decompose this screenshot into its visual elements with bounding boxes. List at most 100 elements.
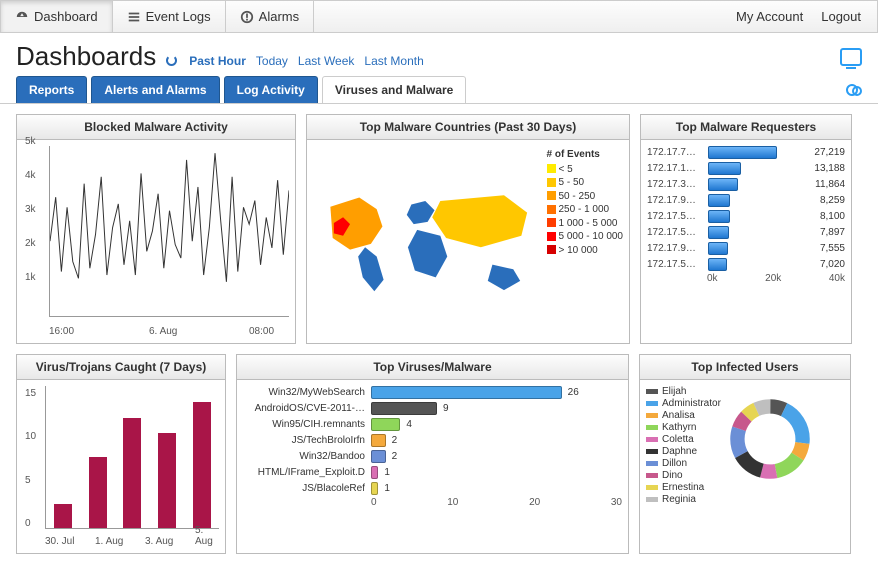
monitor-icon[interactable] xyxy=(840,48,862,66)
tab-reports[interactable]: Reports xyxy=(16,76,87,103)
requester-row: 172.17.5… 7,897 xyxy=(647,226,845,239)
user-swatch xyxy=(646,425,658,430)
requester-ip: 172.17.7… xyxy=(647,147,703,158)
requester-row: 172.17.1… 13,188 xyxy=(647,162,845,175)
requester-count: 7,020 xyxy=(820,259,845,270)
requester-count: 8,100 xyxy=(820,211,845,222)
requester-row: 172.17.5… 8,100 xyxy=(647,210,845,223)
nav-alarms[interactable]: Alarms xyxy=(226,1,314,32)
tab-alerts-alarms[interactable]: Alerts and Alarms xyxy=(91,76,219,103)
virus-row: JS/BlacoleRef 1 xyxy=(243,482,614,495)
y-tick: 4k xyxy=(25,170,36,181)
my-account-link[interactable]: My Account xyxy=(736,9,803,24)
nav-dashboard-label: Dashboard xyxy=(34,9,98,24)
nav-dashboard[interactable]: Dashboard xyxy=(1,1,113,32)
caught-bar xyxy=(158,433,176,528)
requester-count: 13,188 xyxy=(814,163,845,174)
logout-link[interactable]: Logout xyxy=(821,9,861,24)
tab-row: Reports Alerts and Alarms Log Activity V… xyxy=(0,76,878,104)
caught-column-chart: 05101530. Jul1. Aug3. Aug5. Aug xyxy=(23,386,219,547)
user-name: Kathyrn xyxy=(662,422,696,433)
panel-infected-title: Top Infected Users xyxy=(640,355,850,380)
user-name: Coletta xyxy=(662,434,694,445)
user-row: Administrator xyxy=(646,398,721,409)
virus-count: 4 xyxy=(406,419,412,430)
requester-ip: 172.17.5… xyxy=(647,259,703,270)
time-filter-past-hour[interactable]: Past Hour xyxy=(189,54,246,68)
y-tick: 0 xyxy=(25,518,31,529)
requester-ip: 172.17.9… xyxy=(647,195,703,206)
legend-item: > 10 000 xyxy=(547,244,624,258)
refresh-icon[interactable] xyxy=(166,55,177,66)
user-name: Administrator xyxy=(662,398,721,409)
requester-ip: 172.17.3… xyxy=(647,179,703,190)
time-filter-last-month[interactable]: Last Month xyxy=(364,54,423,68)
virus-name: Win32/MyWebSearch xyxy=(243,387,365,398)
tab-viruses-malware[interactable]: Viruses and Malware xyxy=(322,76,467,103)
account-links: My Account Logout xyxy=(736,9,877,24)
panel-malware-requesters: Top Malware Requesters 172.17.7… 27,2191… xyxy=(640,114,852,344)
world-map xyxy=(313,146,545,337)
time-filter-last-week[interactable]: Last Week xyxy=(298,54,354,68)
page-title: Dashboards xyxy=(16,41,156,72)
panel-grid: Blocked Malware Activity 1k2k3k4k5k16:00… xyxy=(0,104,878,564)
axis-label: 40k xyxy=(829,273,845,284)
panel-virus-caught: Virus/Trojans Caught (7 Days) 05101530. … xyxy=(16,354,226,554)
caught-bar xyxy=(193,402,211,528)
user-swatch xyxy=(646,449,658,454)
gauge-icon xyxy=(15,10,29,24)
requester-ip: 172.17.1… xyxy=(647,163,703,174)
y-tick: 1k xyxy=(25,272,36,283)
user-row: Ernestina xyxy=(646,482,721,493)
user-name: Elijah xyxy=(662,386,686,397)
settings-icon[interactable] xyxy=(846,84,862,96)
user-name: Dillon xyxy=(662,458,687,469)
requesters-bar-list: 172.17.7… 27,219172.17.1… 13,188172.17.3… xyxy=(647,146,845,271)
nav-event-logs[interactable]: Event Logs xyxy=(113,1,226,32)
requester-ip: 172.17.9… xyxy=(647,243,703,254)
panel-blocked-malware: Blocked Malware Activity 1k2k3k4k5k16:00… xyxy=(16,114,296,344)
user-swatch xyxy=(646,401,658,406)
legend-item: 5 - 50 xyxy=(547,176,624,190)
user-swatch xyxy=(646,437,658,442)
legend-item: 1 000 - 5 000 xyxy=(547,217,624,231)
panel-req-title: Top Malware Requesters xyxy=(641,115,851,140)
axis-label: 10 xyxy=(447,497,458,508)
requester-count: 7,555 xyxy=(820,243,845,254)
user-name: Daphne xyxy=(662,446,697,457)
requester-row: 172.17.9… 7,555 xyxy=(647,242,845,255)
virus-row: HTML/IFrame_Exploit.D 1 xyxy=(243,466,614,479)
x-tick: 1. Aug xyxy=(95,536,123,547)
user-name: Dino xyxy=(662,470,683,481)
legend-item: 50 - 250 xyxy=(547,190,624,204)
blocked-line-chart: 1k2k3k4k5k16:006. Aug08:00 xyxy=(23,146,289,337)
time-filter-today[interactable]: Today xyxy=(256,54,288,68)
axis-label: 20 xyxy=(529,497,540,508)
user-row: Kathyrn xyxy=(646,422,721,433)
tabs: Reports Alerts and Alarms Log Activity V… xyxy=(16,76,466,103)
requester-count: 11,864 xyxy=(815,179,845,190)
list-icon xyxy=(127,10,141,24)
x-tick: 08:00 xyxy=(249,326,274,337)
virus-row: Win32/MyWebSearch 26 xyxy=(243,386,614,399)
caught-bar xyxy=(89,457,107,528)
x-tick: 16:00 xyxy=(49,326,74,337)
tab-log-activity[interactable]: Log Activity xyxy=(224,76,318,103)
requester-row: 172.17.5… 7,020 xyxy=(647,258,845,271)
topvm-bar-list: Win32/MyWebSearch 26AndroidOS/CVE-2011-…… xyxy=(243,386,622,495)
x-tick: 5. Aug xyxy=(195,525,219,547)
virus-name: Win32/Bandoo xyxy=(243,451,365,462)
y-tick: 3k xyxy=(25,204,36,215)
user-swatch xyxy=(646,413,658,418)
axis-label: 20k xyxy=(765,273,781,284)
user-row: Elijah xyxy=(646,386,721,397)
virus-name: HTML/IFrame_Exploit.D xyxy=(243,467,365,478)
user-swatch xyxy=(646,461,658,466)
y-tick: 15 xyxy=(25,388,36,399)
user-swatch xyxy=(646,389,658,394)
y-tick: 5k xyxy=(25,136,36,147)
infected-donut-chart xyxy=(727,396,813,482)
virus-name: Win95/CIH.remnants xyxy=(243,419,365,430)
map-legend: # of Events < 55 - 5050 - 250250 - 1 000… xyxy=(545,146,624,337)
axis-label: 0 xyxy=(371,497,377,508)
